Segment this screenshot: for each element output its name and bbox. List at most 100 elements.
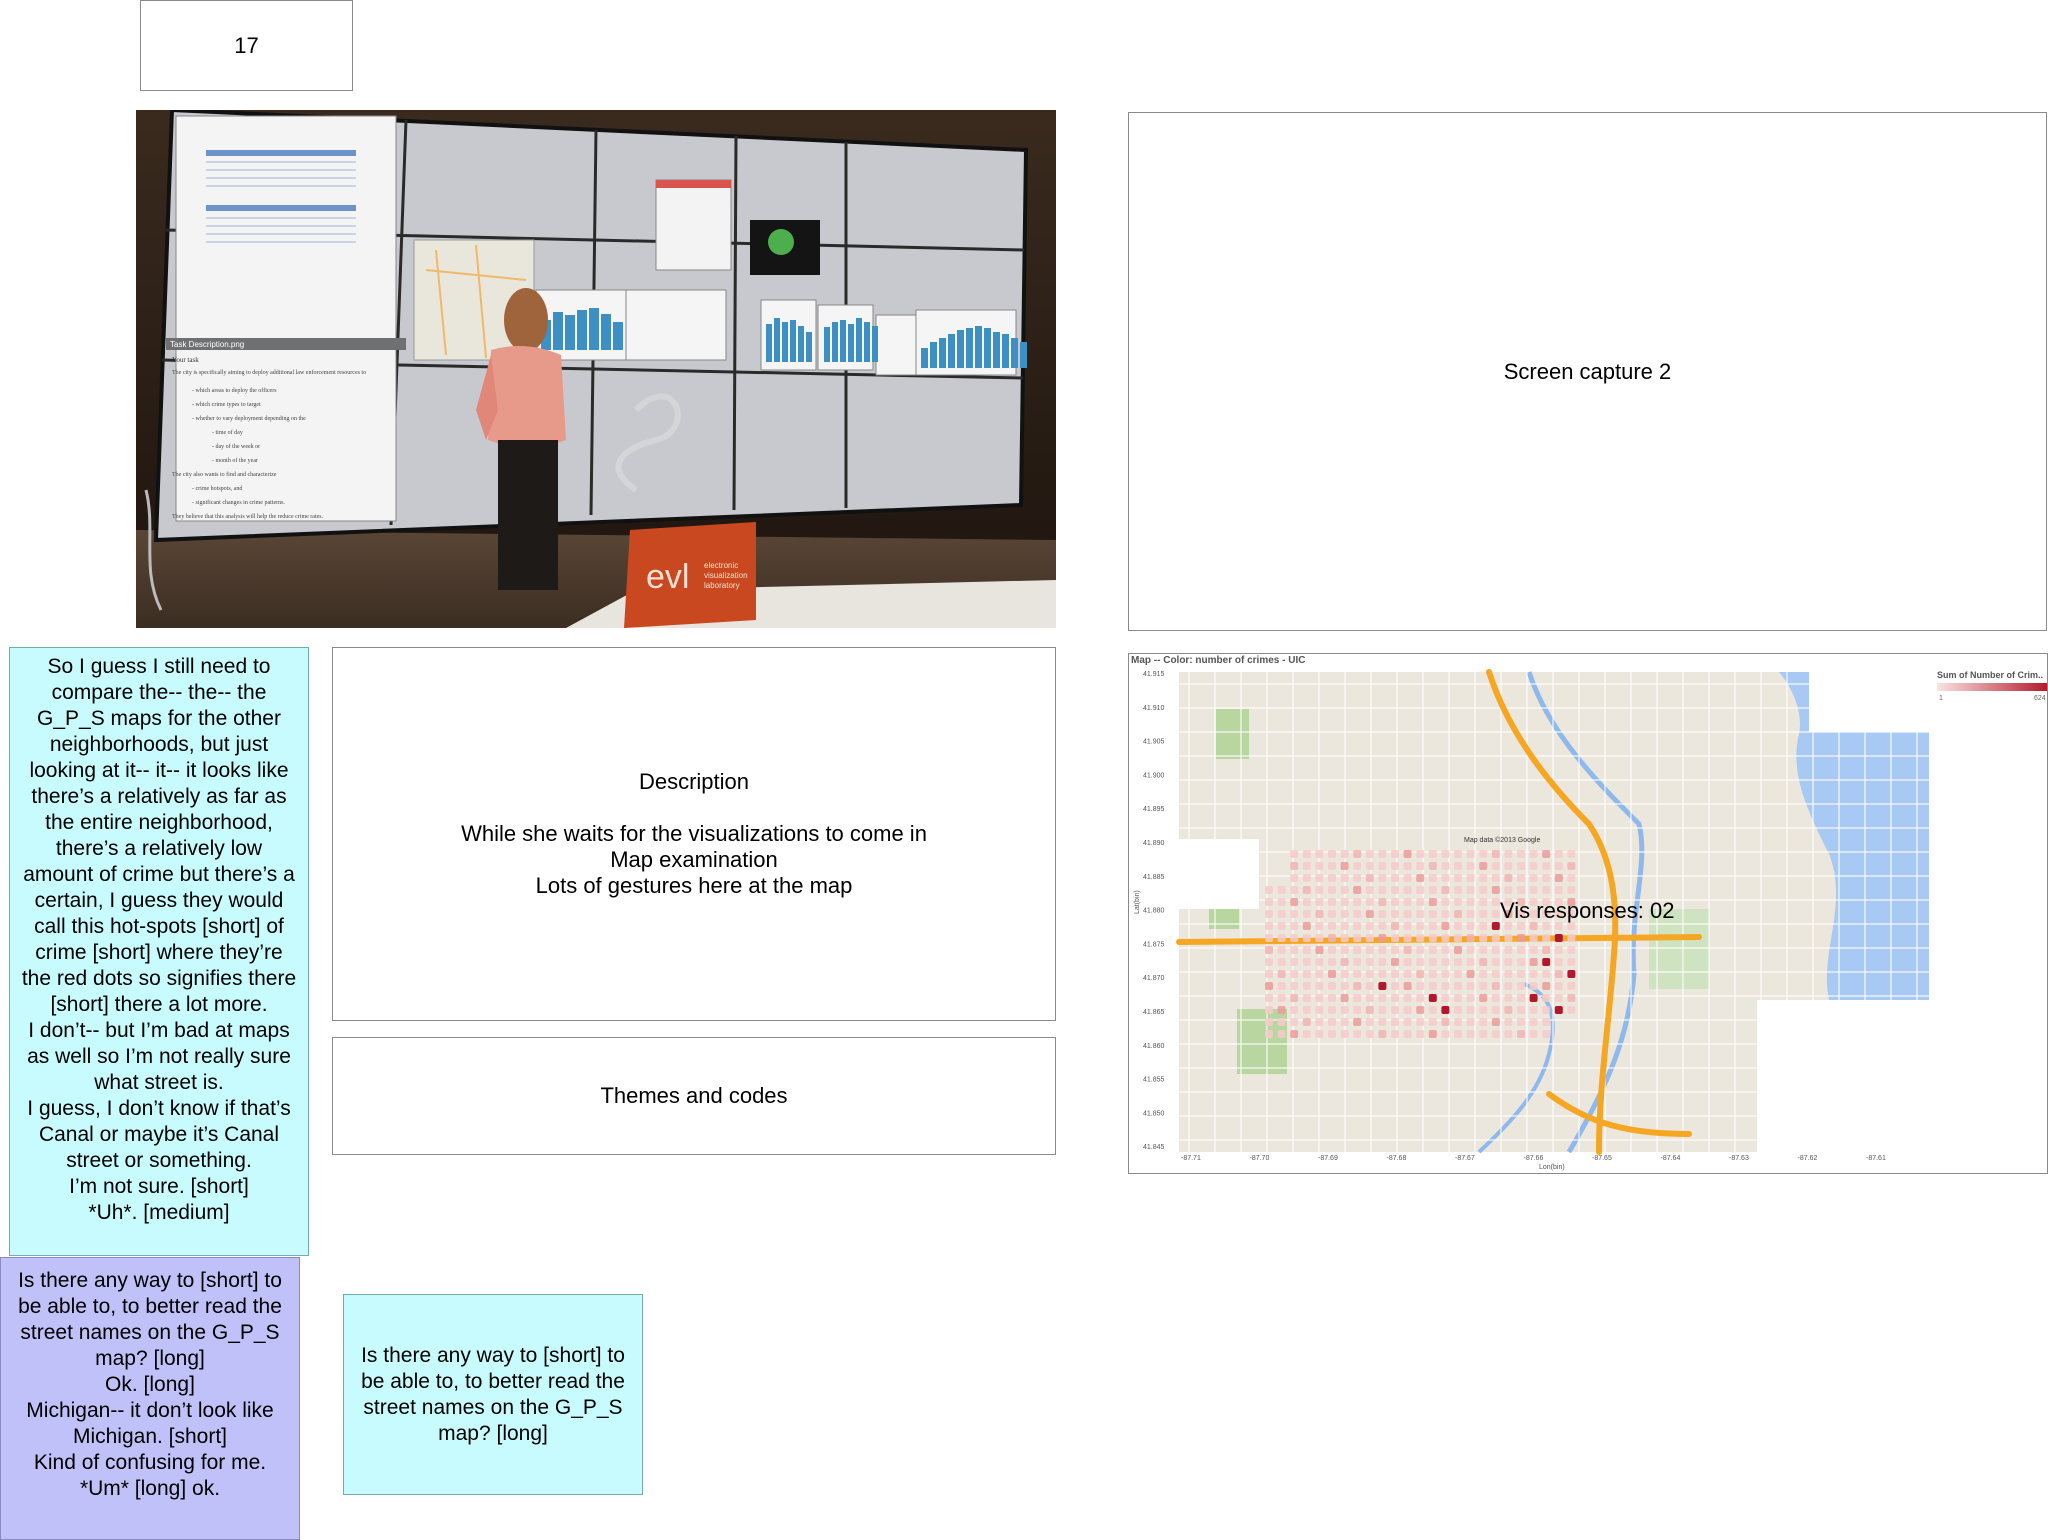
crime-dot — [1365, 970, 1374, 978]
crime-dot — [1542, 994, 1551, 1002]
x-tick-label: -87.71 — [1181, 1155, 1201, 1162]
y-tick-label: 41.870 — [1143, 975, 1165, 982]
crime-dot — [1391, 934, 1399, 942]
transcript-line: as well so I’m not really sure — [27, 1045, 291, 1068]
crime-dot — [1567, 970, 1576, 978]
question-note-cyan: Is there any way to [short] to be able t… — [343, 1294, 643, 1495]
legend-min: 1 — [1939, 695, 1943, 702]
crime-dot — [1554, 1006, 1563, 1014]
crime-dot — [1491, 994, 1500, 1002]
crime-dot — [1428, 898, 1437, 906]
crime-dot — [1302, 982, 1311, 990]
crime-dot — [1353, 886, 1362, 894]
crime-dot — [1277, 958, 1286, 966]
crime-dot — [1353, 1030, 1362, 1038]
crime-dot — [1378, 1018, 1387, 1026]
photo-bar — [1011, 338, 1018, 368]
crime-dot — [1365, 922, 1374, 930]
y-tick-label: 41.845 — [1143, 1144, 1165, 1151]
crime-dot — [1391, 862, 1399, 870]
evl-sign-line: visualization — [704, 571, 748, 580]
crime-dot — [1454, 1030, 1462, 1038]
crime-dot — [1504, 862, 1513, 870]
crime-dot — [1491, 922, 1500, 930]
crime-dot — [1365, 874, 1374, 882]
crime-dot — [1265, 898, 1273, 906]
description-title: Description — [638, 769, 750, 794]
crime-dot — [1290, 850, 1299, 858]
crime-dot — [1391, 1006, 1399, 1014]
crime-dot — [1529, 958, 1538, 966]
crime-dot — [1428, 934, 1437, 942]
crime-dot — [1340, 874, 1349, 882]
crime-dot — [1315, 946, 1324, 954]
crime-dot — [1542, 886, 1551, 894]
crime-dot — [1365, 910, 1374, 918]
crime-dot — [1504, 934, 1513, 942]
crime-dot — [1428, 1030, 1437, 1038]
photo-doc-line: The city also wants to find and characte… — [172, 471, 277, 478]
crime-dot — [1479, 910, 1488, 918]
crime-dot — [1302, 946, 1311, 954]
crime-dot — [1328, 958, 1336, 966]
crime-dot — [1428, 910, 1437, 918]
crime-dot — [1428, 862, 1437, 870]
crime-dot — [1428, 982, 1437, 990]
crime-dot — [1290, 886, 1299, 894]
transcript-line: So I guess I still need to — [47, 655, 271, 678]
crime-dot — [1491, 1018, 1500, 1026]
crime-dot — [1315, 910, 1324, 918]
crime-dot — [1441, 862, 1450, 870]
crime-dot — [1277, 1018, 1286, 1026]
crime-dot — [1353, 1018, 1362, 1026]
transcript-line: I don’t-- but I’m bad at maps — [28, 1019, 290, 1042]
map-x-axis: -87.71 -87.70 -87.69 -87.68 -87.67 -87.66 -87.… — [1181, 1155, 1886, 1162]
crime-dot — [1454, 982, 1462, 990]
crime-dot — [1340, 862, 1349, 870]
crime-dot — [1441, 874, 1450, 882]
crime-dot — [1479, 898, 1488, 906]
crime-dot — [1378, 850, 1387, 858]
crime-dot — [1466, 922, 1475, 930]
crime-dot — [1567, 934, 1576, 942]
crime-dot — [1290, 1006, 1299, 1014]
crime-dot — [1466, 946, 1475, 954]
crime-dot — [1378, 946, 1387, 954]
crime-dot — [1340, 958, 1349, 966]
crime-dot — [1466, 994, 1475, 1002]
crime-dot — [1290, 970, 1299, 978]
crime-dot — [1328, 970, 1336, 978]
x-tick-label: -87.70 — [1250, 1155, 1270, 1162]
crime-dot — [1290, 1030, 1299, 1038]
crime-dot — [1416, 910, 1425, 918]
crime-dot — [1265, 1018, 1273, 1026]
crime-dot — [1403, 1006, 1412, 1014]
photo-doc-line: - which areas to deploy the officers — [192, 387, 277, 394]
crime-dot — [1277, 982, 1286, 990]
crime-dot — [1504, 1030, 1513, 1038]
crime-dot — [1416, 1006, 1425, 1014]
crime-dot — [1302, 1018, 1311, 1026]
evl-sign: evl electronic visualization laboratory — [624, 522, 756, 628]
crime-dot — [1542, 982, 1551, 990]
crime-dot — [1466, 910, 1475, 918]
crime-dot — [1340, 910, 1349, 918]
transcript-line: crime [short] where they’re — [35, 941, 283, 964]
crime-dot — [1315, 958, 1324, 966]
crime-dot — [1416, 898, 1425, 906]
crime-dot — [1416, 850, 1425, 858]
crime-dot — [1529, 1030, 1538, 1038]
crime-dot — [1428, 970, 1437, 978]
crime-dot — [1403, 886, 1412, 894]
crime-dot — [1491, 910, 1500, 918]
crime-dot — [1365, 982, 1374, 990]
crime-dot — [1466, 970, 1475, 978]
crime-dot — [1378, 874, 1387, 882]
photo-bar — [790, 320, 796, 362]
crime-dot — [1479, 850, 1488, 858]
transcript-line: what street is. — [94, 1071, 224, 1094]
crime-dot — [1378, 970, 1387, 978]
crime-dot — [1542, 958, 1551, 966]
evl-sign-line: laboratory — [704, 581, 740, 590]
crime-dot — [1504, 886, 1513, 894]
